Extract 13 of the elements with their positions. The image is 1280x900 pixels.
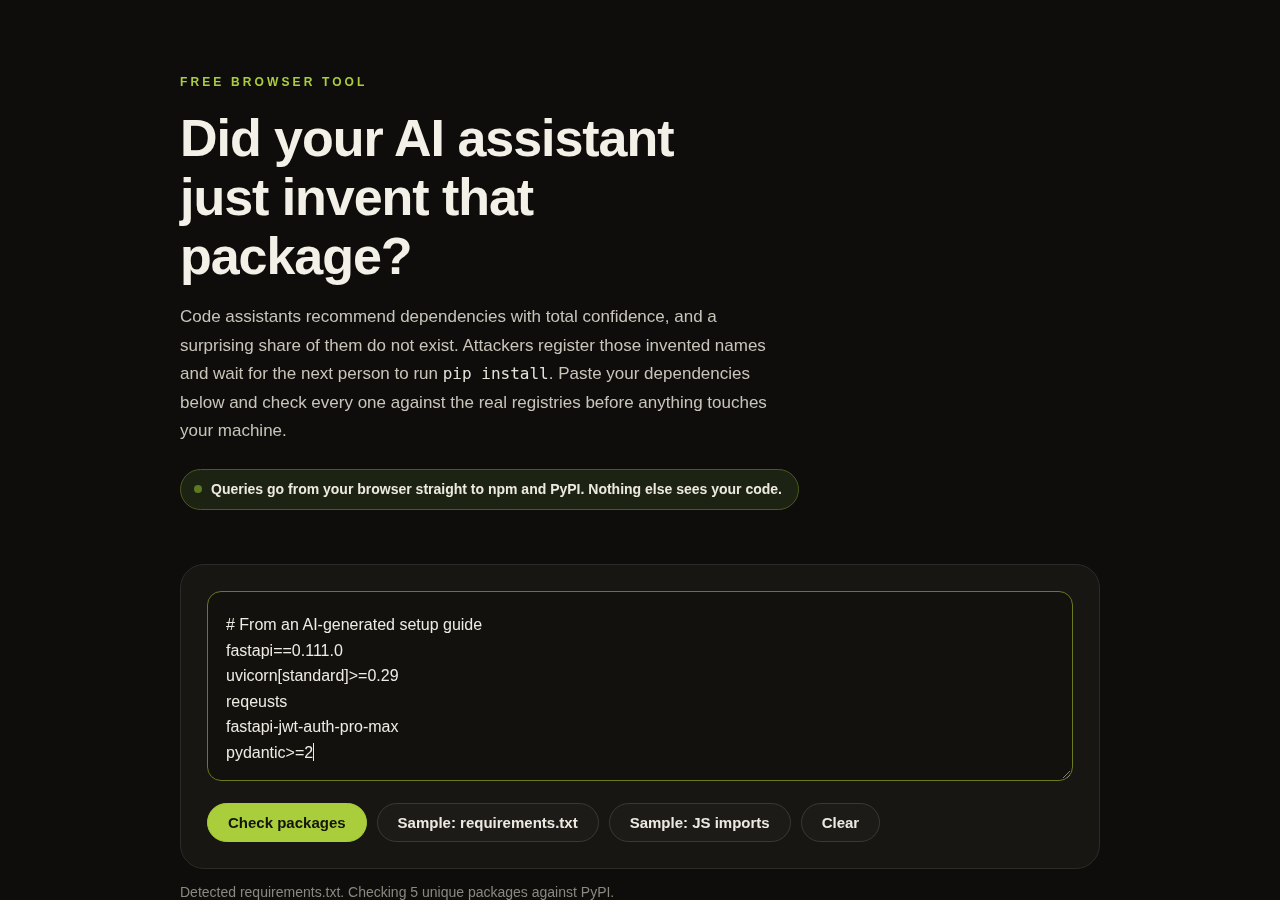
action-button[interactable]: Sample: JS imports <box>608 802 791 842</box>
text-cursor <box>313 742 315 761</box>
privacy-note-text: Queries go from your browser straight to npm and PyPI. Nothing else sees your code. <box>211 481 782 498</box>
intro-paragraph: Code assistants recommend dependencies with total confidence, and a surprising share of them do not exist. Attackers register those invented names and wait for the next person to run pip install. Paste your dependencies below and check every one against the real registries before anything touches your machine. <box>180 306 768 443</box>
dependencies-input-field[interactable]: # From an AI-generated setup guide fastapi==0.111.0 uvicorn[standard]>=0.29 reqeusts fastapi-jwt-auth-pro-max pydantic>=2 <box>207 590 1073 781</box>
status-message: Detected requirements.txt. Checking 5 unique packages against PyPI. <box>180 883 616 900</box>
status-dot-icon <box>194 485 202 494</box>
resize-grip-icon[interactable] <box>1062 769 1070 778</box>
action-button[interactable]: Sample: requirements.txt <box>376 802 599 842</box>
action-button[interactable]: Clear <box>800 802 881 842</box>
page-heading: Did your AI assistant just invent that package? <box>180 109 675 286</box>
eyebrow-label: FREE BROWSER TOOL <box>180 74 368 90</box>
action-button[interactable]: Check packages <box>207 802 367 842</box>
